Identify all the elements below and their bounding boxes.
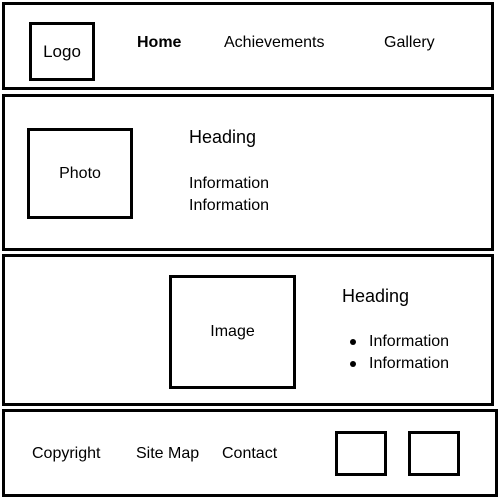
bullet-item: Information <box>350 331 449 353</box>
photo-placeholder: Photo <box>27 128 133 219</box>
bullet-text: Information <box>369 355 450 372</box>
social-icon-placeholder-2[interactable] <box>408 431 460 476</box>
footer: Copyright Site Map Contact <box>2 409 498 497</box>
nav-home[interactable]: Home <box>137 34 181 52</box>
bullet-dot-icon <box>350 339 356 345</box>
footer-site-map-link[interactable]: Site Map <box>136 445 199 463</box>
image-placeholder: Image <box>169 275 296 389</box>
about-heading: Heading <box>189 127 257 147</box>
photo-label: Photo <box>59 164 101 182</box>
nav-gallery[interactable]: Gallery <box>384 34 435 52</box>
bullet-item: Information <box>350 353 449 375</box>
footer-contact-link[interactable]: Contact <box>222 445 277 463</box>
logo-label: Logo <box>43 41 81 61</box>
logo[interactable]: Logo <box>29 22 95 81</box>
feature-section: Image Heading Information Information <box>2 254 494 406</box>
footer-copyright-link[interactable]: Copyright <box>32 445 100 463</box>
bullet-text: Information <box>369 333 450 350</box>
feature-bullet-list: Information Information <box>350 331 449 375</box>
about-section: Photo Heading Information Information <box>2 94 494 251</box>
bullet-dot-icon <box>350 361 356 367</box>
about-info-line: Information <box>189 197 270 214</box>
header: Logo Home Achievements Gallery <box>2 2 494 90</box>
feature-heading: Heading <box>342 286 410 306</box>
nav-achievements[interactable]: Achievements <box>224 34 325 52</box>
image-label: Image <box>210 323 255 340</box>
social-icon-placeholder-1[interactable] <box>335 431 387 476</box>
about-info-line: Information <box>189 175 270 192</box>
